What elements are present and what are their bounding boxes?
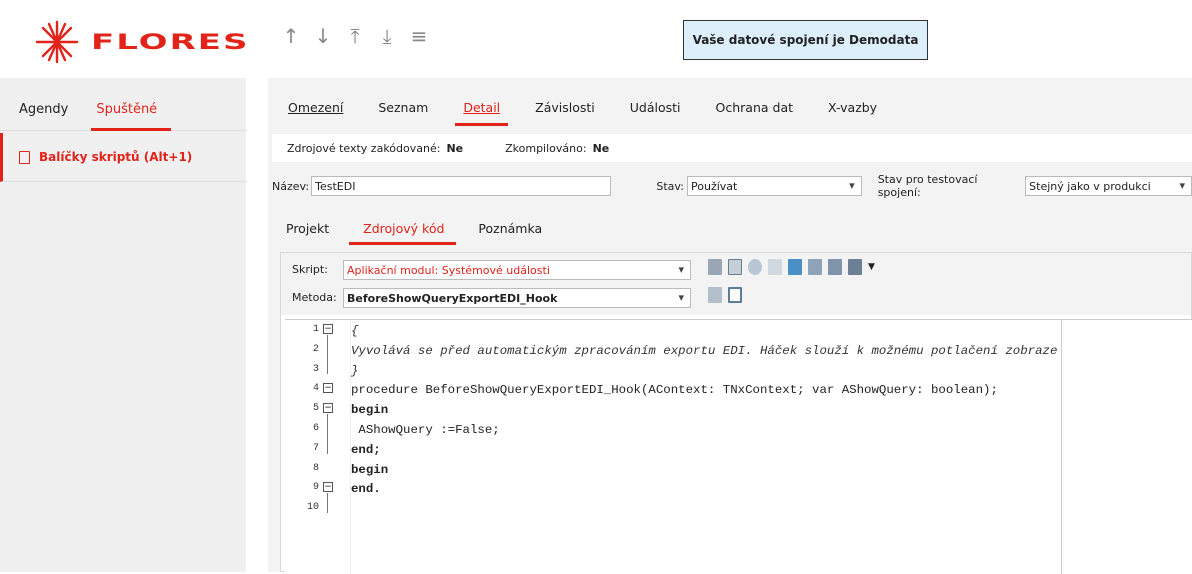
compiled-label: Zkompilováno: [505, 141, 587, 155]
tab-x-vazby[interactable]: X-vazby [828, 100, 877, 125]
line-number: 2 [312, 344, 319, 355]
tab-spustene[interactable]: Spuštěné [91, 102, 172, 131]
state-label: Stav: [656, 179, 685, 193]
up-arrow-icon[interactable]: ↑ [275, 24, 307, 48]
line-number: 1 [312, 324, 319, 335]
line-number: 9 [312, 482, 319, 493]
code-text[interactable]: { Vyvolává se před automatickým zpracován… [351, 322, 1057, 500]
right-margin-line [1061, 320, 1062, 574]
compile-icon[interactable] [788, 259, 802, 275]
code-editor[interactable]: 1 2 3 4 5 6 7 8 9 10 − − − − { Vyvolává s… [285, 319, 1192, 574]
sub-tabs: Projekt Zdrojový kód Poznámka [272, 214, 1192, 245]
tab-seznam[interactable]: Seznam [378, 100, 428, 125]
left-tabs: Agendy Spuštěné [0, 78, 246, 131]
line-number: 6 [312, 423, 319, 434]
fold-icon[interactable]: − [323, 482, 333, 492]
script-select[interactable]: Aplikační modul: Systémové události [343, 260, 691, 280]
source-panel: Skript: Aplikační modul: Systémové událo… [280, 252, 1192, 574]
state-select[interactable]: Používat [687, 176, 862, 196]
tab-zavislosti[interactable]: Závislosti [535, 100, 595, 125]
line-number: 3 [312, 364, 319, 375]
logo-text: FLORES [91, 29, 250, 55]
line-gutter: 1 2 3 4 5 6 7 8 9 10 − − − − [285, 320, 351, 574]
code-line: } [351, 363, 359, 378]
method-note-icon[interactable] [708, 287, 722, 303]
document-icon [19, 150, 30, 164]
code-line: Vyvolává se před automatickým zpracování… [351, 343, 1058, 358]
search-icon[interactable] [748, 259, 762, 275]
fold-icon[interactable]: − [323, 324, 333, 334]
left-item-label: Balíčky skriptů (Alt+1) [39, 150, 193, 164]
method-label: Metoda: [292, 291, 337, 304]
fields-row: Název: TestEDI Stav: Používat Stav pro t… [272, 173, 1192, 199]
tab-ochrana-dat[interactable]: Ochrana dat [716, 100, 793, 125]
tab-udalosti[interactable]: Události [630, 100, 681, 125]
line-number: 10 [306, 502, 319, 513]
flores-logo: FLORES [33, 20, 249, 64]
last-record-icon[interactable]: ⤓ [371, 24, 403, 48]
first-record-icon[interactable]: ⤒ [339, 24, 371, 48]
tab-agendy[interactable]: Agendy [19, 102, 68, 130]
left-panel: Agendy Spuštěné Balíčky skriptů (Alt+1) [0, 78, 246, 572]
fold-icon[interactable]: − [323, 383, 333, 393]
editor-toolbar: ▼ [708, 259, 875, 275]
test-state-select[interactable]: Stejný jako v produkci [1025, 176, 1192, 196]
info-row: Zdrojové texty zakódované: Ne Zkompilová… [272, 134, 1192, 162]
script-label: Skript: [292, 263, 328, 276]
tab-poznamka[interactable]: Poznámka [478, 221, 542, 244]
method-toolbar [708, 287, 742, 303]
name-input[interactable]: TestEDI [311, 176, 612, 196]
code-line: begin [351, 403, 389, 418]
method-select[interactable]: BeforeShowQueryExportEDI_Hook [343, 288, 691, 308]
splitter[interactable] [246, 78, 268, 572]
save-dropdown-icon[interactable]: ▼ [868, 259, 875, 275]
line-number: 5 [312, 403, 319, 414]
line-number: 8 [312, 463, 319, 474]
menu-icon[interactable]: ≡ [403, 24, 435, 48]
tab-zdrojovy-kod[interactable]: Zdrojový kód [349, 221, 457, 245]
starburst-icon [35, 20, 79, 64]
main-panel: Omezení Seznam Detail Závislosti Událost… [268, 78, 1192, 574]
print-icon[interactable] [728, 259, 742, 275]
code-line: { [351, 324, 359, 338]
binary-icon[interactable] [708, 259, 722, 275]
code-line: begin [351, 462, 389, 477]
encoded-value: Ne [446, 141, 464, 155]
method-edit-icon[interactable] [728, 287, 742, 303]
code-line: end; [351, 442, 381, 457]
top-bar: FLORES ↑ ↓ ⤒ ⤓ ≡ Vaše datové spojení je … [0, 0, 1192, 78]
left-item-balicky[interactable]: Balíčky skriptů (Alt+1) [0, 133, 246, 182]
line-number: 4 [312, 383, 319, 394]
main-tabs: Omezení Seznam Detail Závislosti Událost… [268, 78, 1192, 126]
down-arrow-icon[interactable]: ↓ [307, 24, 339, 48]
encoded-label: Zdrojové texty zakódované: [287, 141, 441, 155]
code-line: end. [351, 482, 381, 497]
replace-icon[interactable] [768, 259, 782, 275]
tab-detail[interactable]: Detail [455, 100, 508, 126]
script-form: Skript: Aplikační modul: Systémové událo… [281, 253, 1191, 315]
list-icon[interactable] [828, 259, 842, 275]
compiled-value: Ne [592, 141, 610, 155]
tab-projekt[interactable]: Projekt [286, 221, 329, 244]
line-number: 7 [312, 443, 319, 454]
tab-omezeni[interactable]: Omezení [288, 100, 343, 125]
name-label: Název: [272, 179, 310, 193]
fold-icon[interactable]: − [323, 403, 333, 413]
code-line: AShowQuery :=False; [351, 422, 500, 437]
save-icon[interactable] [848, 259, 862, 275]
connection-badge: Vaše datové spojení je Demodata [683, 20, 928, 60]
code-line: procedure BeforeShowQueryExportEDI_Hook(… [351, 383, 998, 398]
test-state-label: Stav pro testovací spojení: [877, 173, 978, 199]
notes-icon[interactable] [808, 259, 822, 275]
nav-buttons: ↑ ↓ ⤒ ⤓ ≡ [275, 24, 435, 48]
